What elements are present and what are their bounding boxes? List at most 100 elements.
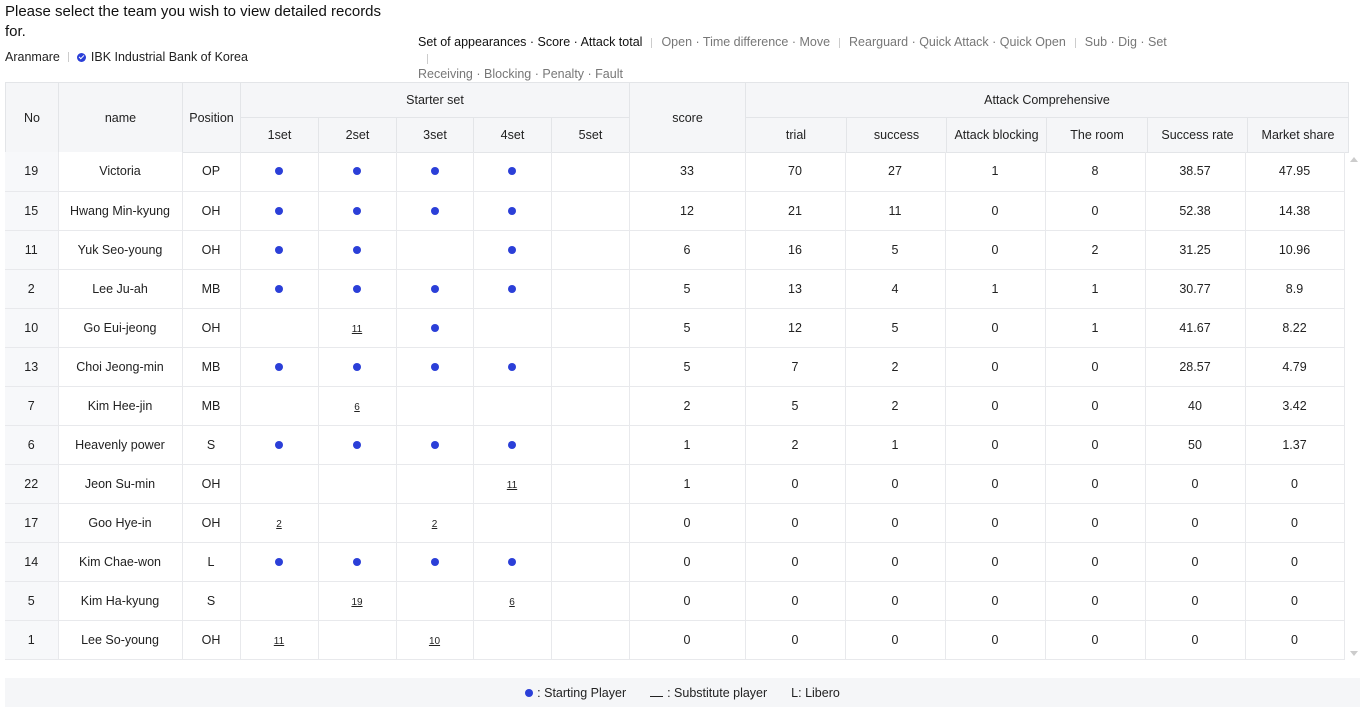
cell-score: 0 [629,542,746,582]
cell-position: MB [182,347,241,387]
cell-success: 0 [845,581,946,621]
team-option-aranmare[interactable]: Aranmare [5,50,60,64]
tab-rearguard-quick[interactable]: Rearguard · Quick Attack · Quick Open [849,35,1066,49]
starting-dot-icon [275,284,283,293]
cell-set1 [240,347,319,387]
starting-dot-icon [508,284,516,293]
cell-set5 [551,308,630,348]
cell-the-room: 0 [1045,191,1146,231]
table-row[interactable]: 2 Lee Ju-ah MB 5 13 4 1 1 30.77 8.9 [5,269,1345,309]
cell-set2: 6 [318,386,397,426]
cell-attack-blocking: 0 [945,230,1046,270]
starting-dot-icon [508,245,516,254]
substitute-entry: 2 [431,518,438,530]
cell-attack-blocking: 0 [945,464,1046,504]
tab-open-time-move[interactable]: Open · Time difference · Move [661,35,830,49]
cell-set5 [551,230,630,270]
table-row[interactable]: 11 Yuk Seo-young OH 6 16 5 0 2 31.25 10.96 [5,230,1345,270]
starting-dot-icon [275,245,283,254]
cell-the-room: 2 [1045,230,1146,270]
page-prompt: Please select the team you wish to view … [5,3,382,40]
divider [839,37,841,48]
divider [67,52,69,62]
table-row[interactable]: 15 Hwang Min-kyung OH 12 21 11 0 0 52.38 14.38 [5,191,1345,231]
cell-set4 [473,152,552,192]
table-row[interactable]: 7 Kim Hee-jin MB 6 2 5 2 0 0 40 3.42 [5,386,1345,426]
starting-dot-icon [508,557,516,566]
substitute-entry: 11 [351,323,363,335]
cell-success-rate: 28.57 [1145,347,1246,387]
cell-position: S [182,425,241,465]
starting-dot-icon [430,440,439,449]
table-row[interactable]: 17 Goo Hye-in OH 2 2 0 0 0 0 0 0 0 [5,503,1345,543]
table-row[interactable]: 10 Go Eui-jeong OH 11 5 12 5 0 1 41.67 8.22 [5,308,1345,348]
table-row[interactable]: 5 Kim Ha-kyung S 19 6 0 0 0 0 0 0 0 [5,581,1345,621]
legend-label: : Substitute player [667,685,768,700]
cell-set1 [240,581,319,621]
cell-success: 0 [845,464,946,504]
cell-set2 [318,269,397,309]
scroll-down-arrow-icon[interactable] [1350,651,1358,656]
starting-dot-icon [508,440,516,449]
cell-score: 5 [629,308,746,348]
starting-dot-icon [275,557,283,566]
cell-success-rate: 40 [1145,386,1246,426]
table-row[interactable]: 1 Lee So-young OH 11 10 0 0 0 0 0 0 0 [5,620,1345,660]
col-header-no: No [5,82,59,153]
substitute-entry: 19 [351,596,363,608]
cell-set4: 6 [473,581,552,621]
cell-set1 [240,542,319,582]
table-row[interactable]: 6 Heavenly power S 1 2 1 0 0 50 1.37 [5,425,1345,465]
col-header-set1: 1set [240,117,319,153]
starting-dot-icon [353,284,361,293]
cell-market-share: 1.37 [1245,425,1345,465]
substitute-entry: 6 [509,596,515,608]
table-row[interactable]: 22 Jeon Su-min OH 11 1 0 0 0 0 0 0 [5,464,1345,504]
divider [651,37,653,48]
cell-attack-blocking: 0 [945,503,1046,543]
cell-set3 [396,386,474,426]
cell-name: Choi Jeong-min [58,347,183,387]
cell-no: 11 [5,230,59,270]
cell-score: 0 [629,581,746,621]
cell-attack-blocking: 1 [945,152,1046,192]
table-row[interactable]: 19 Victoria OP 33 70 27 1 8 38.57 47.95 [5,152,1345,192]
cell-set2 [318,152,397,192]
cell-no: 17 [5,503,59,543]
tab-sub-dig-set[interactable]: Sub · Dig · Set [1085,35,1167,49]
starting-dot-icon [275,362,283,371]
cell-set5 [551,425,630,465]
cell-set2 [318,503,397,543]
cell-the-room: 0 [1045,347,1146,387]
cell-position: MB [182,386,241,426]
substitute-entry: 6 [354,401,360,413]
team-option-ibk[interactable]: IBK Industrial Bank of Korea [76,50,248,64]
cell-set3 [396,542,474,582]
cell-name: Yuk Seo-young [58,230,183,270]
cell-set1 [240,425,319,465]
cell-position: OH [182,503,241,543]
cell-set5 [551,464,630,504]
cell-name: Kim Ha-kyung [58,581,183,621]
cell-market-share: 0 [1245,542,1345,582]
selected-check-icon [76,52,86,62]
team-selector: Aranmare IBK Industrial Bank of Korea [5,50,248,64]
table-row[interactable]: 13 Choi Jeong-min MB 5 7 2 0 0 28.57 4.79 [5,347,1345,387]
vertical-scrollbar[interactable] [1348,152,1360,661]
starting-dot-icon [353,557,361,566]
cell-market-share: 3.42 [1245,386,1345,426]
cell-attack-blocking: 0 [945,308,1046,348]
cell-success: 2 [845,347,946,387]
cell-success-rate: 41.67 [1145,308,1246,348]
table-row[interactable]: 14 Kim Chae-won L 0 0 0 0 0 0 0 [5,542,1345,582]
cell-position: OH [182,230,241,270]
cell-set1 [240,152,319,192]
tab-receiving-blocking[interactable]: Receiving · Blocking · Penalty · Fault [418,67,623,81]
cell-name: Go Eui-jeong [58,308,183,348]
starting-dot-icon [353,362,361,371]
cell-set2 [318,425,397,465]
cell-trial: 2 [745,425,846,465]
scroll-up-arrow-icon[interactable] [1350,157,1358,162]
tab-appearances-score-attack[interactable]: Set of appearances · Score · Attack tota… [418,35,642,49]
cell-set1 [240,386,319,426]
